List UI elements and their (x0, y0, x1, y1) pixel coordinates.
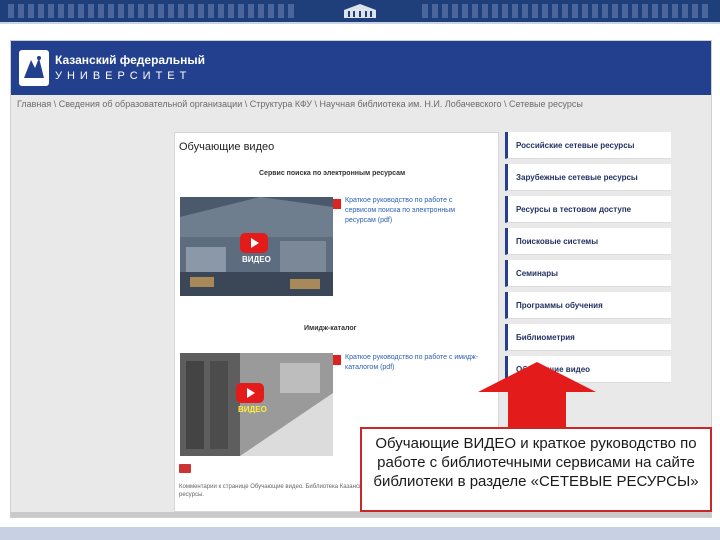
breadcrumb[interactable]: Главная \ Сведения об образовательной ор… (17, 99, 707, 109)
partially-hidden-caption: можно найти в (384, 410, 473, 425)
university-emblem-icon (344, 4, 376, 18)
print-icon[interactable] (179, 464, 191, 473)
sidebar-item-training-programs[interactable]: Программы обучения (505, 292, 671, 319)
play-icon[interactable] (240, 233, 268, 253)
sidebar-item-trial-access[interactable]: Ресурсы в тестовом доступе (505, 196, 671, 223)
guide-link-image-catalog[interactable]: Краткое руководство по работе с имидж-ка… (335, 353, 482, 373)
sidebar-item-russian-resources[interactable]: Российские сетевые ресурсы (505, 132, 671, 159)
page-bottom-strip (11, 512, 711, 517)
slide-top-band (0, 0, 720, 24)
site-header: Казанский федеральный УНИВЕРСИТЕТ (11, 41, 711, 95)
guide-link-search[interactable]: Краткое руководство по работе с сервисом… (335, 196, 482, 226)
slide-bottom-band (0, 527, 720, 540)
up-arrow-icon (478, 362, 596, 432)
kfu-logo-icon[interactable] (19, 50, 49, 86)
video-player-image-catalog[interactable]: ВИДЕО (180, 353, 333, 456)
sidebar-item-foreign-resources[interactable]: Зарубежные сетевые ресурсы (505, 164, 671, 191)
sidebar-item-search-systems[interactable]: Поисковые системы (505, 228, 671, 255)
video-label: ВИДЕО (238, 405, 267, 414)
video-player-search[interactable]: ВИДЕО (180, 197, 333, 296)
meander-ornament-right (422, 4, 712, 18)
page-title: Обучающие видео (179, 141, 275, 153)
sidebar-item-bibliometrics[interactable]: Библиометрия (505, 324, 671, 351)
section-title-image-catalog: Имидж-каталог (304, 325, 357, 332)
callout-box: Обучающие ВИДЕО и краткое руководство по… (360, 427, 712, 512)
meander-ornament-left (8, 4, 298, 18)
section-title-search: Сервис поиска по электронным ресурсам (259, 170, 406, 177)
logo-title[interactable]: Казанский федеральный (55, 53, 205, 67)
logo-subtitle[interactable]: УНИВЕРСИТЕТ (55, 70, 191, 82)
sidebar-item-seminars[interactable]: Семинары (505, 260, 671, 287)
video-label: ВИДЕО (242, 255, 271, 264)
play-icon[interactable] (236, 383, 264, 403)
